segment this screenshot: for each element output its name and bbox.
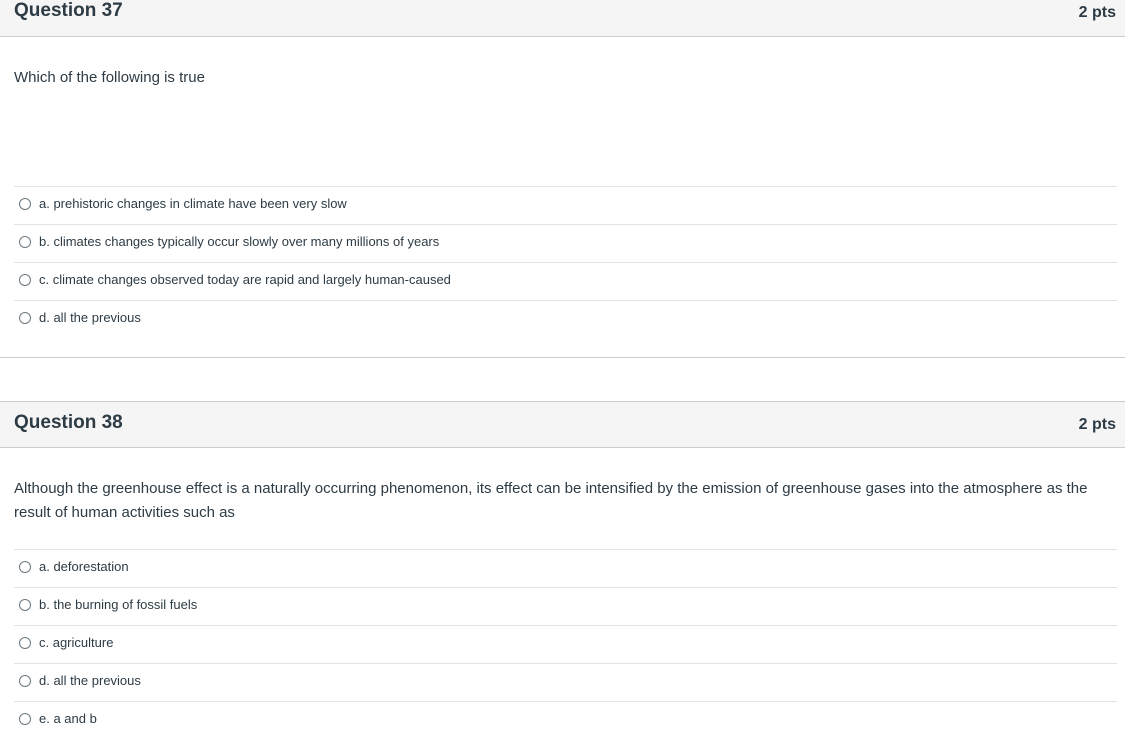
question-text: Although the greenhouse effect is a natu… bbox=[14, 480, 1088, 521]
answer-label[interactable]: d. all the previous bbox=[39, 310, 141, 325]
answer-option[interactable]: c. agriculture bbox=[14, 625, 1117, 663]
answer-label[interactable]: a. prehistoric changes in climate have b… bbox=[39, 196, 347, 211]
radio-button[interactable] bbox=[19, 198, 31, 210]
question-points: 2 pts bbox=[1078, 4, 1116, 21]
answer-option[interactable]: d. all the previous bbox=[14, 300, 1117, 338]
radio-button[interactable] bbox=[19, 561, 31, 573]
answer-label[interactable]: c. agriculture bbox=[39, 635, 113, 650]
answer-option[interactable]: a. prehistoric changes in climate have b… bbox=[14, 186, 1117, 224]
question-title: Question 37 bbox=[14, 0, 123, 21]
radio-button[interactable] bbox=[19, 599, 31, 611]
answer-option[interactable]: c. climate changes observed today are ra… bbox=[14, 262, 1117, 300]
question-text: Which of the following is true bbox=[14, 69, 205, 86]
answer-label[interactable]: c. climate changes observed today are ra… bbox=[39, 272, 451, 287]
radio-button[interactable] bbox=[19, 675, 31, 687]
answer-label[interactable]: d. all the previous bbox=[39, 673, 141, 688]
question-37-header: Question 37 2 pts bbox=[0, 0, 1125, 37]
question-38-header: Question 38 2 pts bbox=[0, 401, 1125, 448]
radio-button[interactable] bbox=[19, 637, 31, 649]
radio-button[interactable] bbox=[19, 713, 31, 725]
answer-option[interactable]: a. deforestation bbox=[14, 549, 1117, 587]
question-divider bbox=[0, 357, 1125, 358]
answer-label[interactable]: e. a and b bbox=[39, 711, 97, 726]
answer-label[interactable]: a. deforestation bbox=[39, 559, 129, 574]
question-title: Question 38 bbox=[14, 412, 123, 433]
question-points: 2 pts bbox=[1078, 416, 1116, 433]
answer-label[interactable]: b. climates changes typically occur slow… bbox=[39, 234, 439, 249]
radio-button[interactable] bbox=[19, 274, 31, 286]
answer-option[interactable]: b. climates changes typically occur slow… bbox=[14, 224, 1117, 262]
answer-option[interactable]: b. the burning of fossil fuels bbox=[14, 587, 1117, 625]
answer-option[interactable]: d. all the previous bbox=[14, 663, 1117, 701]
radio-button[interactable] bbox=[19, 236, 31, 248]
radio-button[interactable] bbox=[19, 312, 31, 324]
answer-label[interactable]: b. the burning of fossil fuels bbox=[39, 597, 197, 612]
answer-option[interactable]: e. a and b bbox=[14, 701, 1117, 739]
